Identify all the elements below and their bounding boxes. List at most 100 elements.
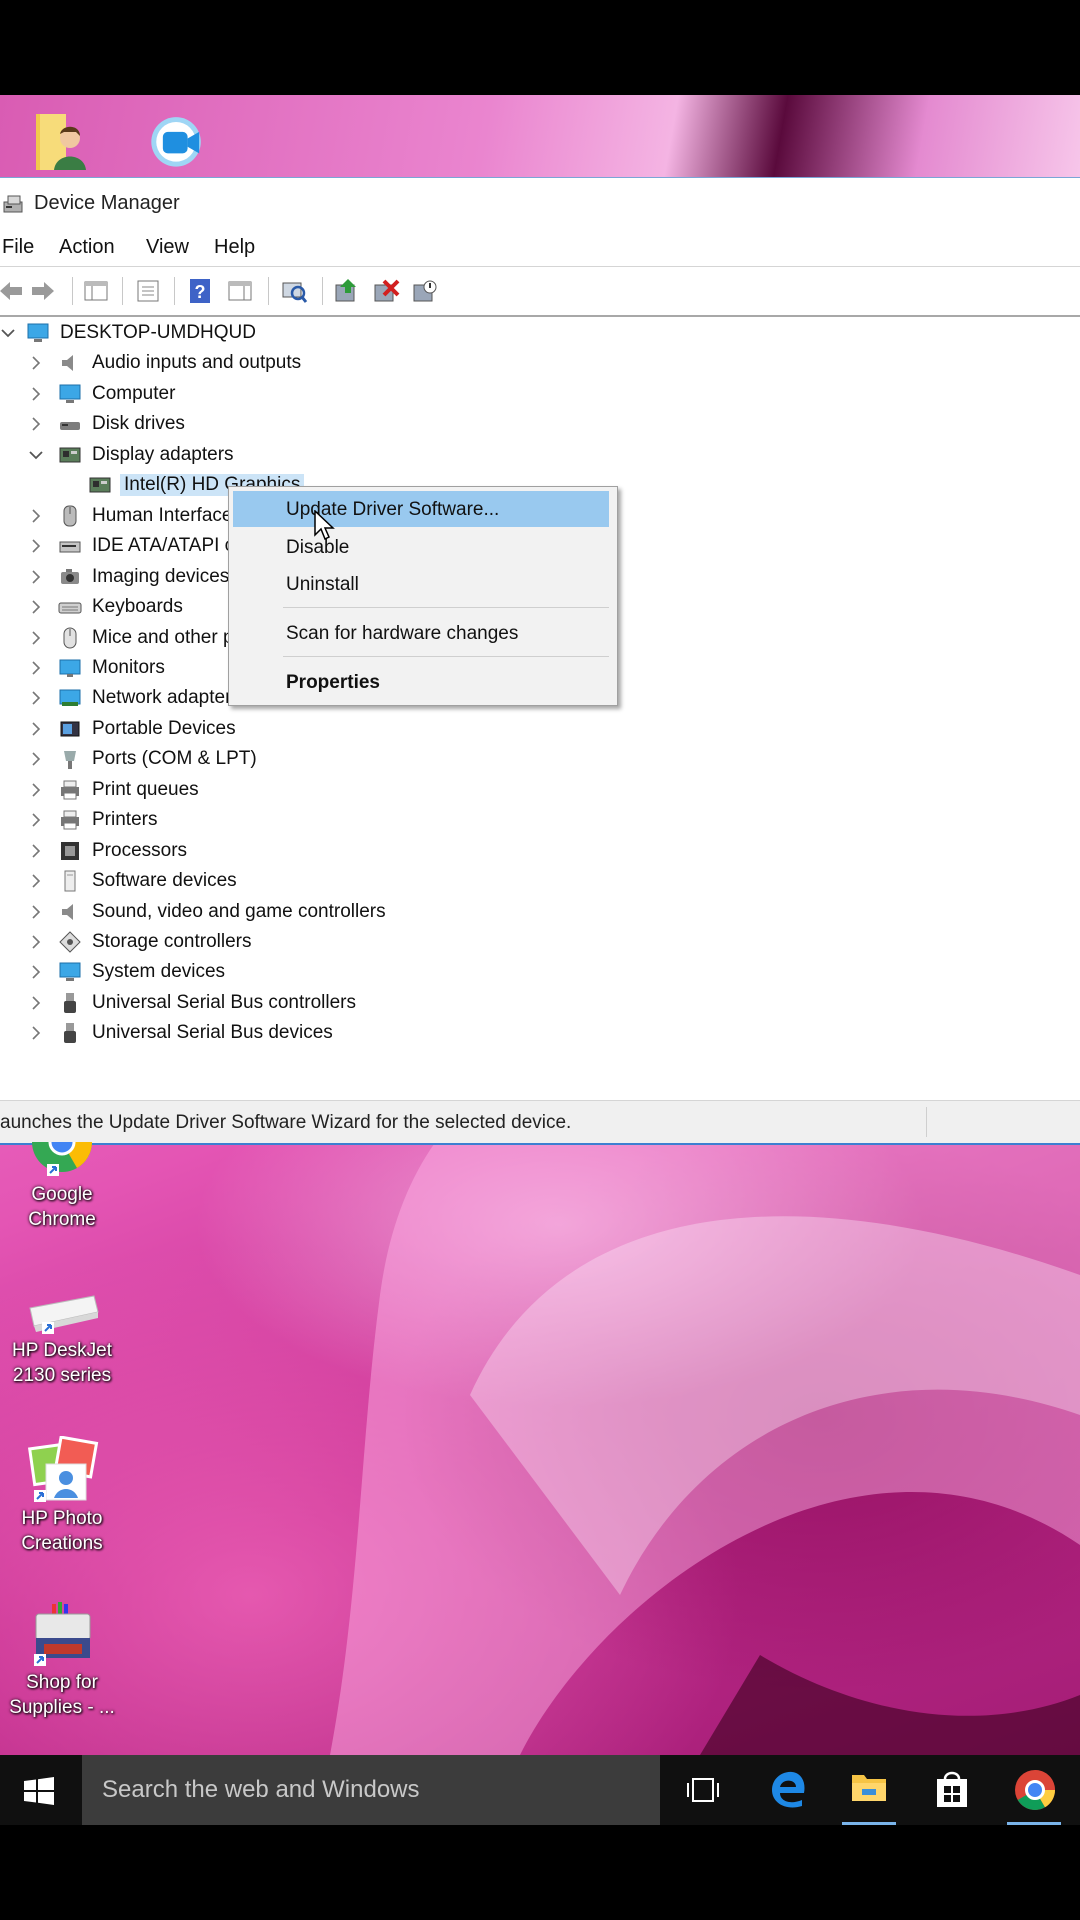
show-hide-console-tree-icon[interactable] bbox=[82, 277, 110, 305]
title-bar[interactable]: Device Manager bbox=[0, 178, 1080, 230]
edge-taskbar-button[interactable] bbox=[752, 1755, 822, 1825]
uninstall-device-icon[interactable] bbox=[372, 277, 400, 305]
hp-deskjet-shortcut[interactable]: HP DeskJet 2130 series bbox=[0, 1282, 124, 1388]
chevron-right-icon[interactable] bbox=[26, 871, 46, 891]
shortcut-label: Shop for bbox=[26, 1672, 98, 1693]
taskbar-search-box[interactable]: Search the web and Windows bbox=[82, 1755, 660, 1825]
tree-item-label: Universal Serial Bus controllers bbox=[92, 991, 356, 1013]
properties-menu-item[interactable]: Properties bbox=[233, 664, 609, 700]
disk-drive-icon bbox=[60, 422, 80, 431]
uninstall-menu-item[interactable]: Uninstall bbox=[233, 566, 609, 602]
menu-separator bbox=[283, 607, 609, 608]
chevron-right-icon[interactable] bbox=[26, 749, 46, 769]
chevron-right-icon[interactable] bbox=[26, 810, 46, 830]
chevron-right-icon[interactable] bbox=[26, 567, 46, 587]
tree-category-system-devices[interactable]: System devices bbox=[0, 957, 1080, 987]
shop-for-supplies-shortcut[interactable]: Shop for Supplies - ... bbox=[0, 1600, 124, 1720]
tree-item-label: Imaging devices bbox=[92, 565, 230, 587]
chevron-right-icon[interactable] bbox=[26, 628, 46, 648]
chevron-down-icon[interactable] bbox=[0, 323, 18, 343]
chevron-right-icon[interactable] bbox=[26, 841, 46, 861]
menu-item-label: Properties bbox=[286, 672, 380, 693]
computer-icon bbox=[59, 384, 81, 403]
back-arrow-icon[interactable] bbox=[0, 277, 24, 305]
menu-help[interactable]: Help bbox=[214, 236, 255, 259]
scan-hardware-icon[interactable] bbox=[280, 277, 308, 305]
camera-icon bbox=[61, 568, 79, 584]
update-driver-software-menu-item[interactable]: Update Driver Software... bbox=[233, 491, 609, 527]
tree-category-computer[interactable]: Computer bbox=[0, 379, 1080, 409]
chevron-right-icon[interactable] bbox=[26, 688, 46, 708]
properties-sheet-icon[interactable] bbox=[134, 277, 162, 305]
windows-start-icon[interactable] bbox=[24, 1777, 54, 1805]
mouse-icon bbox=[63, 627, 77, 648]
chevron-right-icon[interactable] bbox=[26, 353, 46, 373]
tree-category-universal-serial-bus-controllers[interactable]: Universal Serial Bus controllers bbox=[0, 988, 1080, 1018]
toolbar: ? bbox=[0, 266, 1080, 317]
enable-device-icon[interactable] bbox=[410, 277, 438, 305]
usb-icon bbox=[64, 1023, 76, 1044]
chevron-right-icon[interactable] bbox=[26, 902, 46, 922]
forward-arrow-icon[interactable] bbox=[30, 277, 58, 305]
speaker-icon bbox=[62, 903, 73, 920]
tree-category-ports-com-lpt[interactable]: Ports (COM & LPT) bbox=[0, 744, 1080, 774]
chevron-right-icon[interactable] bbox=[26, 962, 46, 982]
chevron-right-icon[interactable] bbox=[26, 384, 46, 404]
hp-photo-creations-icon bbox=[27, 1436, 99, 1502]
google-chrome-shortcut[interactable]: Google Chrome bbox=[0, 1142, 124, 1232]
chevron-right-icon[interactable] bbox=[26, 993, 46, 1013]
tree-category-software-devices[interactable]: Software devices bbox=[0, 866, 1080, 896]
tree-root-desktop[interactable]: DESKTOP-UMDHQUD bbox=[0, 318, 1080, 348]
chevron-right-icon[interactable] bbox=[26, 536, 46, 556]
menu-item-label: Scan for hardware changes bbox=[286, 623, 519, 644]
shortcut-label: Creations bbox=[21, 1533, 103, 1554]
tree-category-processors[interactable]: Processors bbox=[0, 836, 1080, 866]
tree-category-universal-serial-bus-devices[interactable]: Universal Serial Bus devices bbox=[0, 1018, 1080, 1048]
store-taskbar-button[interactable] bbox=[916, 1755, 986, 1825]
user-folder-icon[interactable] bbox=[30, 108, 96, 174]
action-pane-icon[interactable] bbox=[226, 277, 254, 305]
menu-action[interactable]: Action bbox=[59, 236, 115, 259]
tree-category-print-queues[interactable]: Print queues bbox=[0, 775, 1080, 805]
help-icon[interactable]: ? bbox=[186, 277, 214, 305]
chevron-right-icon[interactable] bbox=[26, 1023, 46, 1043]
status-bar: aunches the Update Driver Software Wizar… bbox=[0, 1100, 1080, 1143]
menu-item-label: Uninstall bbox=[286, 574, 359, 595]
disable-menu-item[interactable]: Disable bbox=[233, 529, 609, 565]
tree-category-sound-video-and-game-controllers[interactable]: Sound, video and game controllers bbox=[0, 897, 1080, 927]
chevron-right-icon[interactable] bbox=[26, 506, 46, 526]
chevron-down-icon[interactable] bbox=[26, 445, 46, 465]
tree-item-label: Print queues bbox=[92, 778, 199, 800]
display-adapter-icon bbox=[59, 447, 81, 463]
tree-category-disk-drives[interactable]: Disk drives bbox=[0, 409, 1080, 439]
chevron-right-icon[interactable] bbox=[26, 932, 46, 952]
menu-view[interactable]: View bbox=[146, 236, 189, 259]
software-device-icon bbox=[64, 870, 76, 892]
storage-controller-icon bbox=[59, 931, 81, 953]
scan-hardware-changes-menu-item[interactable]: Scan for hardware changes bbox=[233, 615, 609, 651]
menu-file[interactable]: File bbox=[2, 236, 34, 259]
tree-item-label: Portable Devices bbox=[92, 717, 236, 739]
file-explorer-taskbar-button[interactable] bbox=[834, 1755, 904, 1825]
port-icon bbox=[64, 751, 76, 770]
task-view-button[interactable] bbox=[667, 1755, 737, 1825]
chevron-right-icon[interactable] bbox=[26, 780, 46, 800]
tree-item-label: System devices bbox=[92, 961, 226, 983]
tree-category-printers[interactable]: Printers bbox=[0, 805, 1080, 835]
chrome-taskbar-button[interactable] bbox=[999, 1755, 1069, 1825]
tree-category-audio-inputs-and-outputs[interactable]: Audio inputs and outputs bbox=[0, 348, 1080, 378]
update-driver-icon[interactable] bbox=[332, 277, 360, 305]
search-placeholder: Search the web and Windows bbox=[102, 1776, 420, 1803]
tree-category-display-adapters[interactable]: Display adapters bbox=[0, 440, 1080, 470]
hp-photo-creations-shortcut[interactable]: HP Photo Creations bbox=[0, 1436, 124, 1556]
chevron-right-icon[interactable] bbox=[26, 719, 46, 739]
video-camera-app-icon[interactable] bbox=[148, 108, 214, 174]
status-divider bbox=[926, 1107, 927, 1137]
tree-item-label: Keyboards bbox=[92, 596, 183, 618]
tree-category-storage-controllers[interactable]: Storage controllers bbox=[0, 927, 1080, 957]
tree-item-label: Storage controllers bbox=[92, 931, 252, 952]
chevron-right-icon[interactable] bbox=[26, 658, 46, 678]
tree-category-portable-devices[interactable]: Portable Devices bbox=[0, 714, 1080, 744]
chevron-right-icon[interactable] bbox=[26, 414, 46, 434]
chevron-right-icon[interactable] bbox=[26, 597, 46, 617]
